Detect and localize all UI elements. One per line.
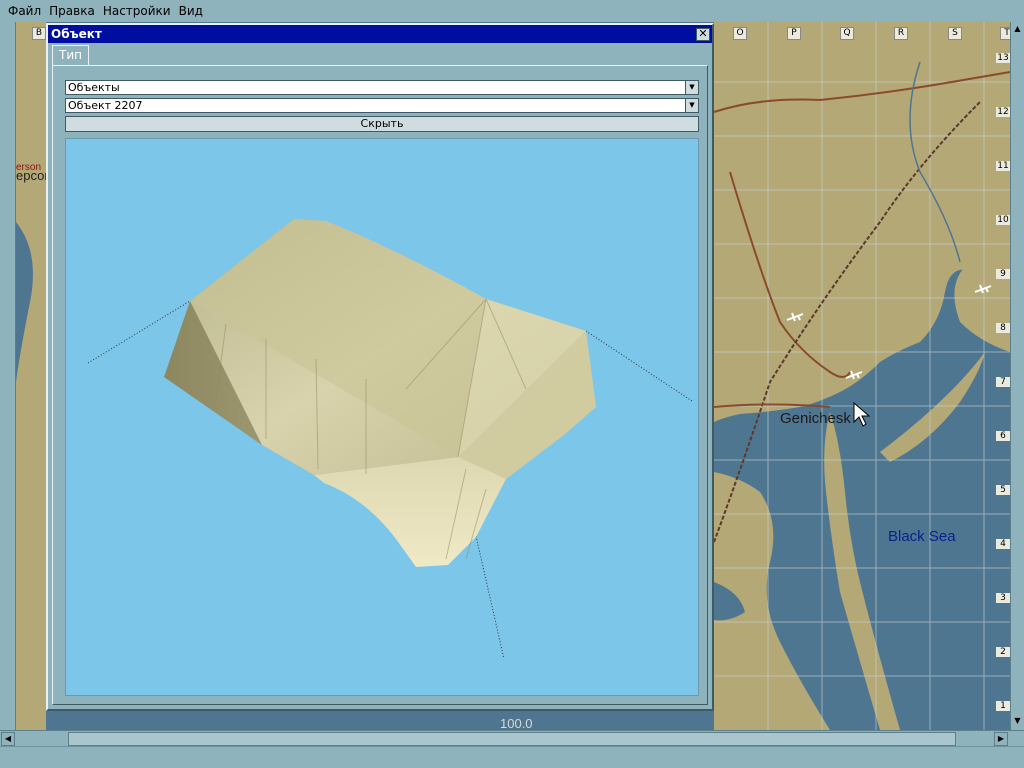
hide-button[interactable]: Скрыть: [65, 116, 699, 132]
3d-model-viewport[interactable]: [65, 138, 699, 696]
tab-strip: Тип: [48, 43, 712, 65]
grid-row-label: 10: [996, 215, 1010, 225]
airfield-icon[interactable]: [974, 282, 992, 296]
object-select-value: Объект 2207: [68, 99, 143, 112]
sea-label: Black Sea: [888, 528, 956, 545]
grid-row-label: 13: [996, 53, 1010, 63]
grid-col-label: B: [32, 27, 46, 40]
grid-col-label: R: [894, 27, 908, 40]
grid-row-label: 5: [996, 485, 1010, 495]
airfield-icon[interactable]: [786, 310, 804, 324]
grid-row-label: 8: [996, 323, 1010, 333]
grid-col-label: P: [787, 27, 801, 40]
scale-label: 100.0: [500, 716, 533, 730]
grid-row-label: 4: [996, 539, 1010, 549]
object-select[interactable]: Объект 2207 ▼: [65, 98, 699, 113]
grid-col-label: O: [733, 27, 747, 40]
close-icon[interactable]: ✕: [696, 27, 710, 41]
menu-settings[interactable]: Настройки: [99, 4, 175, 18]
scroll-right-icon[interactable]: ▶: [994, 732, 1008, 746]
mouse-cursor-icon: [853, 402, 871, 427]
menu-file[interactable]: Файл: [4, 4, 45, 18]
grid-row-label: 2: [996, 647, 1010, 657]
menu-edit[interactable]: Правка: [45, 4, 99, 18]
dialog-title: Объект: [51, 27, 102, 41]
horizontal-scrollbar[interactable]: ◀ ▶: [0, 730, 1024, 746]
category-select[interactable]: Объекты ▼: [65, 80, 699, 95]
vertical-scrollbar[interactable]: ▲ ▼: [1010, 22, 1024, 730]
grid-row-label: 9: [996, 269, 1010, 279]
dialog-titlebar[interactable]: Объект ✕: [48, 25, 712, 43]
tent-model: [87, 219, 693, 660]
dropdown-arrow-icon[interactable]: ▼: [685, 81, 698, 94]
grid-col-label: S: [948, 27, 962, 40]
grid-row-label: 6: [996, 431, 1010, 441]
scroll-left-icon[interactable]: ◀: [1, 732, 15, 746]
grid-row-label: 1: [996, 701, 1010, 711]
scroll-down-icon[interactable]: ▼: [1011, 714, 1024, 728]
tab-panel: Объекты ▼ Объект 2207 ▼ Скрыть: [52, 65, 708, 705]
menu-bar: Файл Правка Настройки Вид: [0, 0, 1024, 22]
map-left-ruler: [0, 22, 16, 730]
status-bar: [0, 746, 1024, 768]
grid-row-label: 7: [996, 377, 1010, 387]
airfield-icon[interactable]: [845, 368, 863, 382]
menu-view[interactable]: Вид: [175, 4, 207, 18]
scroll-up-icon[interactable]: ▲: [1011, 22, 1024, 36]
grid-row-label: 12: [996, 107, 1010, 117]
scroll-thumb[interactable]: [68, 732, 956, 746]
tab-type[interactable]: Тип: [52, 45, 89, 65]
grid-row-label: 11: [996, 161, 1010, 171]
city-label: Genichesk: [780, 410, 851, 427]
dropdown-arrow-icon[interactable]: ▼: [685, 99, 698, 112]
object-dialog: Объект ✕ Тип Объекты ▼ Объект 2207 ▼ Скр…: [46, 23, 714, 711]
category-select-value: Объекты: [68, 81, 120, 94]
grid-col-label: Q: [840, 27, 854, 40]
grid-row-label: 3: [996, 593, 1010, 603]
